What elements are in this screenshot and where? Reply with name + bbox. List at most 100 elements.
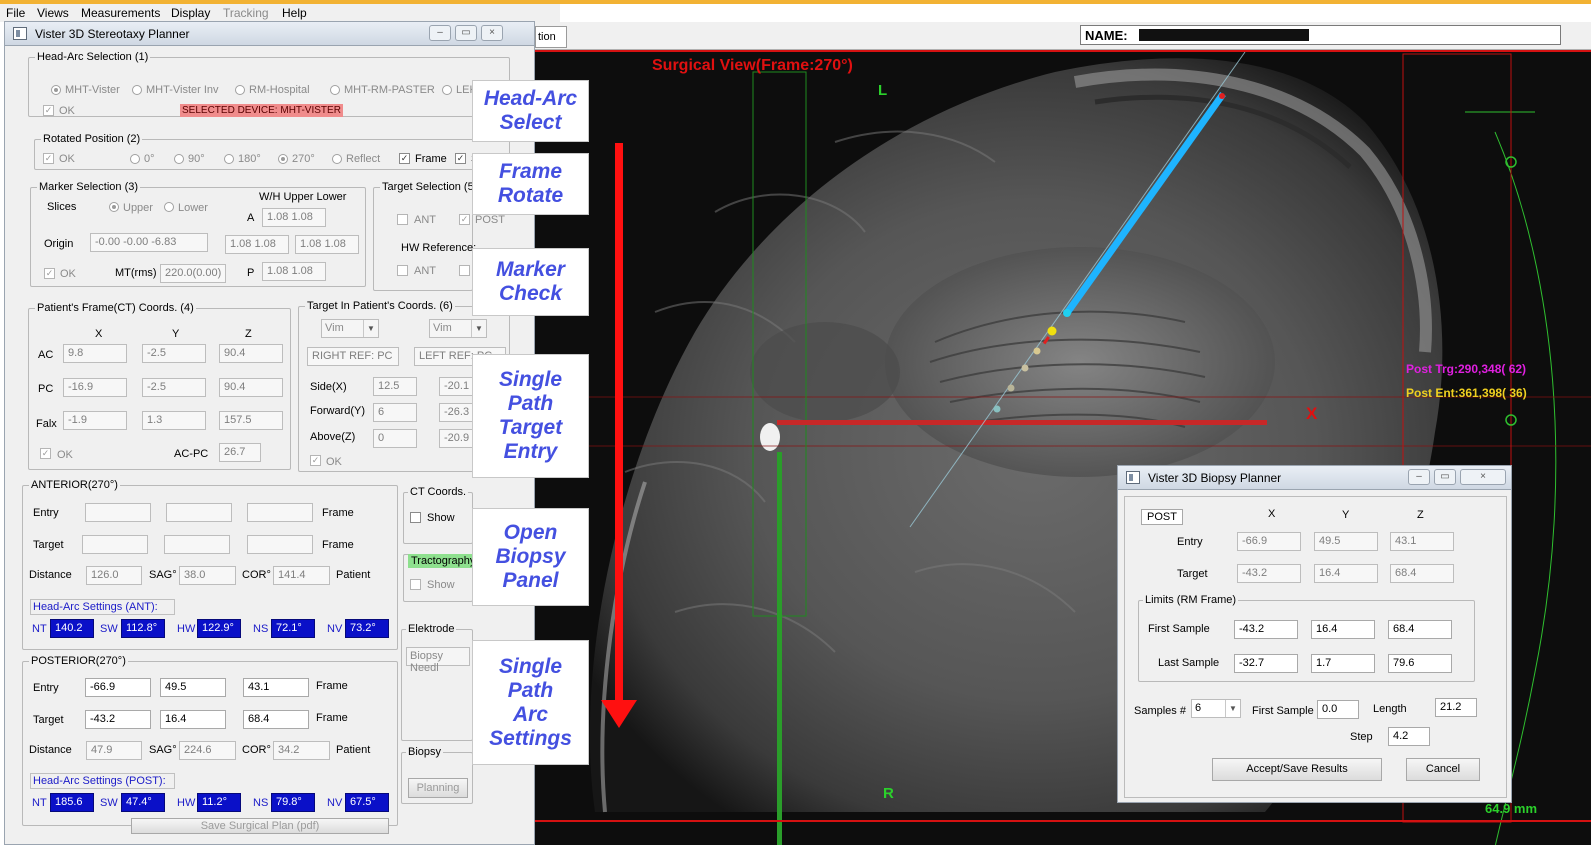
a-field[interactable]: 1.08 1.08 bbox=[262, 208, 326, 227]
rotated-ok-checkbox[interactable]: ✓ bbox=[43, 153, 54, 164]
biopsy-minimize-icon[interactable]: – bbox=[1408, 469, 1430, 485]
cancel-button[interactable]: Cancel bbox=[1406, 758, 1480, 781]
menu-help[interactable]: Help bbox=[282, 6, 307, 20]
menu-file[interactable]: File bbox=[6, 6, 25, 20]
ant-entry-z[interactable] bbox=[247, 503, 313, 522]
planning-button[interactable]: Planning bbox=[408, 778, 468, 798]
step-field[interactable]: 4.2 bbox=[1388, 727, 1430, 746]
right-ref-field[interactable]: RIGHT REF: PC bbox=[307, 347, 399, 366]
radio-270[interactable] bbox=[278, 154, 288, 164]
samples-select[interactable]: 6 ▼ bbox=[1191, 699, 1241, 718]
acpc-field[interactable]: 26.7 bbox=[219, 443, 261, 462]
radio-mht-rm-paster[interactable] bbox=[330, 85, 340, 95]
falx-x[interactable]: -1.9 bbox=[63, 411, 127, 430]
mid-field-1[interactable]: 1.08 1.08 bbox=[225, 235, 289, 254]
ct-show-checkbox[interactable] bbox=[410, 512, 421, 523]
ant-sw-field[interactable]: 112.8° bbox=[121, 619, 165, 638]
ant-target-x[interactable] bbox=[82, 535, 148, 554]
post-distance-field[interactable]: 47.9 bbox=[86, 741, 142, 760]
menu-measurements[interactable]: Measurements bbox=[81, 6, 160, 20]
pc-y[interactable]: -2.5 bbox=[142, 378, 206, 397]
target-patient-ok-checkbox[interactable]: ✓ bbox=[310, 455, 321, 466]
menu-views[interactable]: Views bbox=[37, 6, 69, 20]
post-nv-field[interactable]: 67.5° bbox=[345, 793, 389, 812]
close-icon[interactable]: × bbox=[481, 25, 503, 41]
origin-field[interactable]: -0.00 -0.00 -6.83 bbox=[90, 233, 208, 252]
post-target-y[interactable]: 16.4 bbox=[160, 710, 226, 729]
first-sample-z[interactable]: 68.4 bbox=[1388, 620, 1452, 639]
biopsy-target-z[interactable]: 68.4 bbox=[1390, 564, 1454, 583]
biopsy-entry-z[interactable]: 43.1 bbox=[1390, 532, 1454, 551]
ant-target-z[interactable] bbox=[247, 535, 313, 554]
side-right[interactable]: 12.5 bbox=[373, 377, 417, 396]
biopsy-target-x[interactable]: -43.2 bbox=[1237, 564, 1301, 583]
radio-0[interactable] bbox=[130, 154, 140, 164]
ant-hw-field[interactable]: 122.9° bbox=[197, 619, 241, 638]
planner-titlebar[interactable]: Vister 3D Stereotaxy Planner – ▭ × bbox=[5, 22, 534, 46]
ant-nv-field[interactable]: 73.2° bbox=[345, 619, 389, 638]
post-hw-field[interactable]: 11.2° bbox=[197, 793, 241, 812]
ant-target-y[interactable] bbox=[164, 535, 230, 554]
biopsy-titlebar[interactable]: Vister 3D Biopsy Planner – ▭ × bbox=[1118, 466, 1511, 490]
above-right[interactable]: 0 bbox=[373, 429, 417, 448]
post-entry-z[interactable]: 43.1 bbox=[243, 678, 309, 697]
radio-90[interactable] bbox=[174, 154, 184, 164]
radio-upper[interactable] bbox=[109, 202, 119, 212]
radio-mht-vister-inv[interactable] bbox=[132, 85, 142, 95]
post-sw-field[interactable]: 47.4° bbox=[121, 793, 165, 812]
biopsy-entry-x[interactable]: -66.9 bbox=[1237, 532, 1301, 551]
maximize-icon[interactable]: ▭ bbox=[455, 25, 477, 41]
post-cor-field[interactable]: 34.2 bbox=[273, 741, 330, 760]
radio-180[interactable] bbox=[224, 154, 234, 164]
biopsy-close-icon[interactable]: × bbox=[1460, 469, 1506, 485]
save-plan-button[interactable]: Save Surgical Plan (pdf) bbox=[131, 818, 389, 834]
falx-y[interactable]: 1.3 bbox=[142, 411, 206, 430]
ant-entry-x[interactable] bbox=[85, 503, 151, 522]
post-entry-y[interactable]: 49.5 bbox=[160, 678, 226, 697]
post-tab[interactable]: POST bbox=[1141, 509, 1183, 525]
radio-lower[interactable] bbox=[164, 202, 174, 212]
pc-z[interactable]: 90.4 bbox=[219, 378, 283, 397]
vim-right-select[interactable]: Vim ▼ bbox=[321, 319, 379, 338]
ant-cor-field[interactable]: 141.4 bbox=[273, 566, 330, 585]
last-sample-x[interactable]: -32.7 bbox=[1234, 654, 1298, 673]
first-sample-y[interactable]: 16.4 bbox=[1311, 620, 1375, 639]
first-sample-offset-field[interactable]: 0.0 bbox=[1317, 700, 1359, 719]
minimize-icon[interactable]: – bbox=[429, 25, 451, 41]
post-target-x[interactable]: -43.2 bbox=[85, 710, 151, 729]
radio-mht-vister[interactable] bbox=[51, 85, 61, 95]
p-field[interactable]: 1.08 1.08 bbox=[262, 262, 326, 281]
ant-sag-field[interactable]: 38.0 bbox=[179, 566, 236, 585]
falx-z[interactable]: 157.5 bbox=[219, 411, 283, 430]
post-nt-field[interactable]: 185.6 bbox=[50, 793, 94, 812]
ac-x[interactable]: 9.8 bbox=[63, 344, 127, 363]
s-checkbox[interactable]: ✓ bbox=[455, 153, 466, 164]
post-entry-x[interactable]: -66.9 bbox=[85, 678, 151, 697]
ac-z[interactable]: 90.4 bbox=[219, 344, 283, 363]
target-ant-checkbox[interactable] bbox=[397, 214, 408, 225]
ant-distance-field[interactable]: 126.0 bbox=[86, 566, 142, 585]
first-sample-x[interactable]: -43.2 bbox=[1234, 620, 1298, 639]
last-sample-z[interactable]: 79.6 bbox=[1388, 654, 1452, 673]
pc-x[interactable]: -16.9 bbox=[63, 378, 127, 397]
post-sag-field[interactable]: 224.6 bbox=[179, 741, 236, 760]
ant-ns-field[interactable]: 72.1° bbox=[271, 619, 315, 638]
hw-ant-checkbox[interactable] bbox=[397, 265, 408, 276]
target-post-checkbox[interactable]: ✓ bbox=[459, 214, 470, 225]
elektrode-select[interactable]: Biopsy Needl bbox=[406, 647, 470, 674]
biopsy-entry-y[interactable]: 49.5 bbox=[1314, 532, 1378, 551]
post-ns-field[interactable]: 79.8° bbox=[271, 793, 315, 812]
hw-post-checkbox[interactable] bbox=[459, 265, 470, 276]
mt-field[interactable]: 220.0(0.00) bbox=[160, 264, 226, 283]
accept-save-button[interactable]: Accept/Save Results bbox=[1212, 758, 1382, 781]
radio-rm-hospital[interactable] bbox=[235, 85, 245, 95]
menu-tracking[interactable]: Tracking bbox=[223, 6, 269, 20]
biopsy-target-y[interactable]: 16.4 bbox=[1314, 564, 1378, 583]
ac-y[interactable]: -2.5 bbox=[142, 344, 206, 363]
biopsy-maximize-icon[interactable]: ▭ bbox=[1434, 469, 1456, 485]
ant-nt-field[interactable]: 140.2 bbox=[50, 619, 94, 638]
post-target-z[interactable]: 68.4 bbox=[243, 710, 309, 729]
vim-left-select[interactable]: Vim ▼ bbox=[429, 319, 487, 338]
last-sample-y[interactable]: 1.7 bbox=[1311, 654, 1375, 673]
frame-coords-ok-checkbox[interactable]: ✓ bbox=[40, 448, 51, 459]
